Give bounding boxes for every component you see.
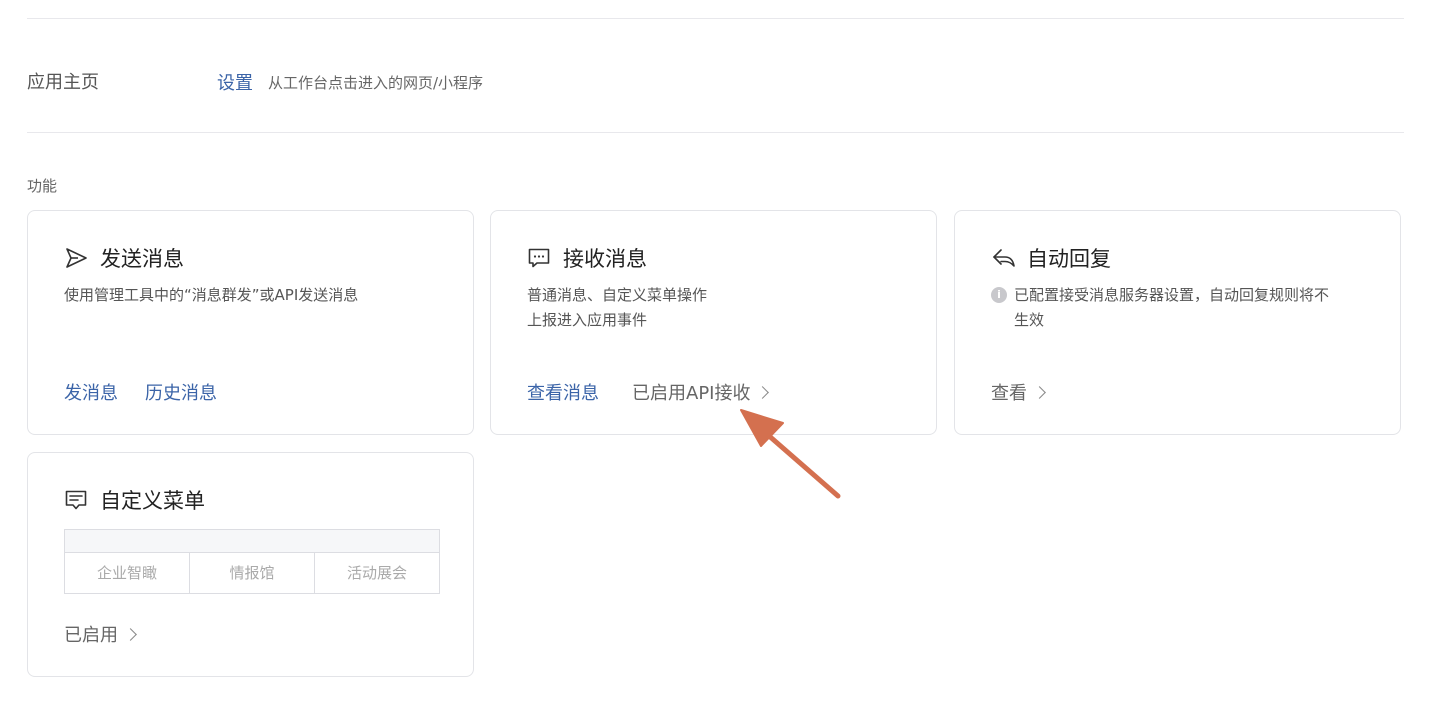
send-icon xyxy=(64,246,88,270)
api-receive-status-link[interactable]: 已启用API接收 xyxy=(632,379,770,405)
auto-reply-description: i 已配置接受消息服务器设置，自动回复规则将不 生效 xyxy=(991,283,1329,333)
auto-reply-card: 自动回复 i 已配置接受消息服务器设置，自动回复规则将不 生效 查看 xyxy=(954,210,1401,435)
features-section-label: 功能 xyxy=(27,177,58,195)
app-home-description: 从工作台点击进入的网页/小程序 xyxy=(268,74,484,92)
receive-message-card: 接收消息 普通消息、自定义菜单操作 上报进入应用事件 查看消息 已启用API接收 xyxy=(490,210,937,435)
chevron-right-icon xyxy=(1033,386,1046,399)
auto-reply-view-label: 查看 xyxy=(991,383,1027,404)
send-message-card: 发送消息 使用管理工具中的“消息群发”或API发送消息 发消息 历史消息 xyxy=(27,210,474,435)
message-history-button[interactable]: 历史消息 xyxy=(145,379,217,405)
auto-reply-actions: 查看 xyxy=(991,379,1046,405)
send-message-title: 发送消息 xyxy=(100,247,184,271)
menu-preview-item: 企业智瞰 xyxy=(65,553,190,594)
receive-message-title: 接收消息 xyxy=(563,247,647,271)
receive-message-actions: 查看消息 已启用API接收 xyxy=(527,379,770,405)
info-icon: i xyxy=(991,287,1007,303)
custom-menu-title: 自定义菜单 xyxy=(100,489,205,513)
send-message-button[interactable]: 发消息 xyxy=(64,379,118,405)
custom-menu-status-link[interactable]: 已启用 xyxy=(64,621,137,647)
menu-preview-item: 活动展会 xyxy=(346,564,407,582)
custom-menu-card: 自定义菜单 企业智瞰 情报馆 活动展会 已启用 xyxy=(27,452,474,677)
menu-preview-item: 情报馆 xyxy=(190,553,315,594)
send-message-actions: 发消息 历史消息 xyxy=(64,379,244,405)
auto-reply-header: 自动回复 xyxy=(991,243,1111,273)
receive-message-description: 普通消息、自定义菜单操作 上报进入应用事件 xyxy=(527,283,707,333)
custom-menu-header: 自定义菜单 xyxy=(64,485,205,515)
app-home-row: 应用主页 设置 从工作台点击进入的网页/小程序 xyxy=(27,66,1404,96)
custom-menu-status-label: 已启用 xyxy=(64,625,118,646)
chat-bubble-icon xyxy=(527,246,551,270)
custom-menu-preview: 企业智瞰 情报馆 活动展会 xyxy=(64,529,440,594)
send-message-desc-text: 使用管理工具中的“消息群发”或API发送消息 xyxy=(64,286,359,304)
home-divider xyxy=(27,132,1404,133)
auto-reply-title: 自动回复 xyxy=(1027,247,1111,271)
send-message-description: 使用管理工具中的“消息群发”或API发送消息 xyxy=(64,283,358,308)
auto-reply-notice: i 已配置接受消息服务器设置，自动回复规则将不 生效 xyxy=(991,283,1329,333)
auto-reply-view-link[interactable]: 查看 xyxy=(991,379,1046,405)
custom-menu-actions: 已启用 xyxy=(64,621,137,647)
app-settings-page: 应用主页 设置 从工作台点击进入的网页/小程序 功能 发送消息 使用管理工具中的… xyxy=(0,0,1440,713)
chevron-right-icon xyxy=(124,628,137,641)
app-home-settings-link[interactable]: 设置 xyxy=(217,69,253,95)
chevron-right-icon xyxy=(756,386,770,399)
view-messages-button[interactable]: 查看消息 xyxy=(527,379,599,405)
menu-icon xyxy=(64,488,88,512)
reply-icon xyxy=(991,246,1015,270)
auto-reply-desc-line1: 已配置接受消息服务器设置，自动回复规则将不 xyxy=(1014,286,1330,304)
receive-message-desc-line2: 上报进入应用事件 xyxy=(527,311,648,329)
auto-reply-desc-line2: 生效 xyxy=(1014,311,1045,329)
receive-message-desc-line1: 普通消息、自定义菜单操作 xyxy=(527,286,708,304)
api-receive-status-label: 已启用API接收 xyxy=(632,383,751,404)
app-home-label: 应用主页 xyxy=(27,72,99,93)
send-message-header: 发送消息 xyxy=(64,243,184,273)
menu-preview-top-bar xyxy=(65,530,439,553)
top-divider xyxy=(27,18,1404,19)
menu-preview-items: 企业智瞰 情报馆 活动展会 xyxy=(65,553,439,594)
receive-message-header: 接收消息 xyxy=(527,243,647,273)
auto-reply-notice-text: 已配置接受消息服务器设置，自动回复规则将不 生效 xyxy=(1014,283,1329,333)
